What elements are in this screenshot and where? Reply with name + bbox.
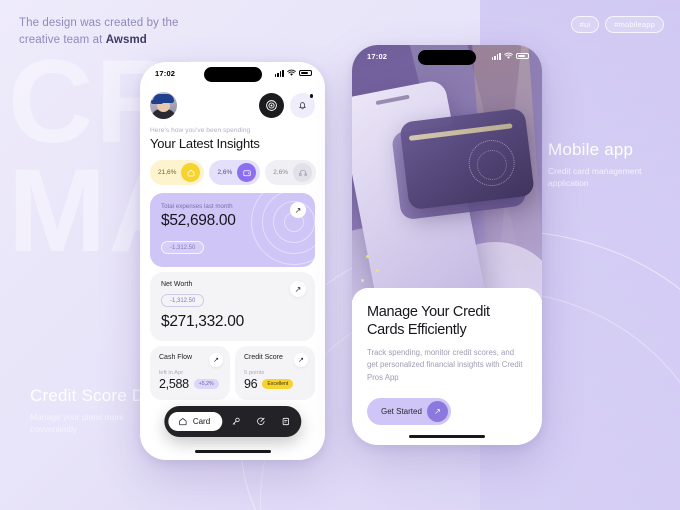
card-credit-score[interactable]: ↗ Credit Score 5 points 96 Excellent: [235, 346, 315, 400]
cash-flow-value-row: 2,588 +5,2%: [159, 377, 221, 391]
status-icons-right: [491, 52, 529, 60]
notifications-button[interactable]: [290, 93, 315, 118]
dashboard-header: [150, 92, 315, 119]
cash-flow-value: 2,588: [159, 377, 189, 391]
status-icons-left: [274, 69, 312, 77]
onboarding-content: Manage Your Credit Cards Efficiently Tra…: [352, 288, 542, 445]
chip-mobileapp[interactable]: #mobileapp: [605, 16, 664, 33]
cash-flow-expand-button[interactable]: ↗: [209, 353, 223, 367]
expenses-expand-button[interactable]: ↗: [290, 202, 306, 218]
chip-ui[interactable]: #ui: [570, 16, 600, 33]
nav-item-card[interactable]: Card: [167, 412, 223, 431]
battery-icon: [299, 69, 312, 77]
home-icon: [181, 163, 201, 182]
onboarding-subtitle: Track spending, monitor credit scores, a…: [367, 348, 523, 382]
wifi-icon: [504, 52, 513, 59]
home-indicator-left: [194, 449, 271, 453]
scan-icon: [266, 100, 277, 111]
home-icon: [178, 418, 187, 426]
wifi-icon: [287, 69, 296, 76]
caption-right-subtitle: Credit card management application: [548, 165, 642, 188]
sparkle-2: [376, 269, 379, 272]
credit-score-value-row: 96 Excellent: [244, 377, 306, 391]
scan-button[interactable]: [259, 93, 284, 118]
credit-score-sub: 5 points: [244, 370, 265, 376]
spending-pill-home-pct: 21,6%: [158, 169, 177, 176]
decorative-rings: [251, 193, 315, 265]
illustration-credit-card-front: [399, 107, 535, 211]
card-net-worth[interactable]: ↗ Net Worth -1,312.50 $271,332.00: [150, 272, 315, 341]
cash-flow-sub: left in Apr: [159, 370, 184, 376]
get-started-label: Get Started: [381, 406, 422, 416]
nav-item-document[interactable]: [274, 410, 297, 433]
bell-icon: [299, 102, 306, 110]
credit-card-stripe: [408, 123, 513, 141]
phone-onboarding-mockup: 17:02 Manage Your Credit Cards Efficient…: [352, 45, 542, 445]
notification-dot: [309, 94, 313, 98]
dashboard-body: Here's how you've been spending Your Lat…: [140, 84, 325, 400]
networth-amount: $271,332.00: [161, 313, 244, 330]
networth-expand-button[interactable]: ↗: [290, 281, 306, 297]
document-icon: [282, 417, 289, 426]
expenses-change-badge: -1,312.50: [161, 241, 205, 254]
credit-line-2: creative team at Awsmd: [19, 32, 179, 49]
credit-line-2-text: creative team at: [19, 33, 106, 46]
credit-score-value: 96: [244, 377, 258, 391]
dashboard-title: Your Latest Insights: [150, 136, 260, 151]
key-icon: [232, 417, 240, 425]
sparkle-3: [361, 279, 364, 282]
caption-right-title: Mobile app: [548, 140, 634, 159]
avatar[interactable]: [150, 92, 177, 119]
get-started-arrow-icon: ↗: [426, 400, 448, 422]
get-started-button[interactable]: Get Started ↗: [367, 397, 451, 425]
status-time-left: 17:02: [155, 68, 176, 78]
onboarding-title: Manage Your Credit Cards Efficiently: [367, 304, 490, 338]
signal-icon: [491, 52, 501, 60]
signal-icon: [274, 69, 284, 77]
spending-pill-wallet-pct: 2,6%: [217, 169, 233, 176]
headphones-icon: [293, 163, 313, 182]
hashtag-chip-group: #ui #mobileapp: [570, 16, 664, 33]
cash-flow-tag: +5,2%: [193, 379, 219, 389]
wallet-icon: [237, 163, 257, 182]
mini-card-row: ↗ Cash Flow left in Apr 2,588 +5,2% ↗ Cr…: [150, 346, 315, 400]
battery-icon: [516, 52, 529, 60]
bottom-navigation-bar: Card: [163, 406, 302, 437]
target-icon: [257, 417, 265, 425]
status-time-right: 17:02: [367, 51, 388, 61]
spending-pill-headphones-pct: 2,6%: [273, 169, 289, 176]
networth-label: Net Worth: [161, 281, 193, 288]
phone-notch-left: [203, 67, 262, 82]
dashboard-kicker: Here's how you've been spending: [150, 127, 251, 134]
phone-dashboard-mockup: 17:02 Here's how you've been spending Yo…: [140, 62, 325, 460]
spending-pill-wallet[interactable]: 2,6%: [209, 160, 261, 185]
caption-mobile-app: Mobile app Credit card management applic…: [548, 140, 658, 189]
spending-pill-headphones[interactable]: 2,6%: [265, 160, 317, 185]
networth-change-badge: -1,312.50: [161, 294, 205, 307]
spending-pill-group: 21,6% 2,6% 2,6%: [150, 160, 317, 185]
phone-notch-right: [418, 50, 476, 65]
credit-brand: Awsmd: [105, 33, 147, 46]
spending-pill-home[interactable]: 21,6%: [150, 160, 205, 185]
nav-item-target[interactable]: [249, 410, 272, 433]
avatar-cap: [151, 94, 174, 104]
caption-left-subtitle: Manage your plans more conveniently: [30, 411, 125, 434]
home-indicator-right: [409, 434, 485, 438]
credit-score-tag: Excellent: [262, 379, 294, 389]
design-credit: The design was created by the creative t…: [19, 15, 179, 48]
nav-item-key[interactable]: [224, 410, 247, 433]
card-total-expenses[interactable]: ↗ Total expenses last month $52,698.00 -…: [150, 193, 315, 267]
hero-illustration: [352, 45, 542, 300]
nav-item-card-label: Card: [192, 417, 211, 426]
sparkle-1: [366, 255, 369, 258]
header-actions: [259, 93, 315, 118]
credit-score-expand-button[interactable]: ↗: [294, 353, 308, 367]
card-cash-flow[interactable]: ↗ Cash Flow left in Apr 2,588 +5,2%: [150, 346, 230, 400]
credit-line-1: The design was created by the: [19, 17, 179, 29]
